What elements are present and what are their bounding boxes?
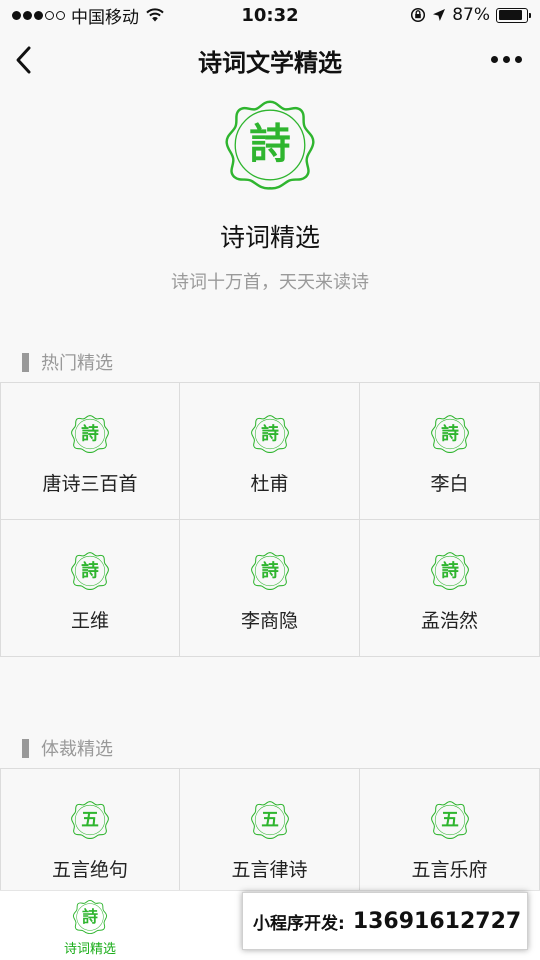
popular-grid: 詩唐诗三百首詩杜甫詩李白詩王维詩李商隐詩孟浩然 xyxy=(0,382,540,657)
battery-icon xyxy=(496,7,531,23)
poem-seal-icon: 詩 xyxy=(430,551,470,591)
grid-item[interactable]: 詩唐诗三百首 xyxy=(0,383,180,520)
status-time: 10:32 xyxy=(241,4,299,26)
carrier-name: 中国移动 xyxy=(71,7,139,28)
icon-char: 五 xyxy=(81,810,99,831)
icon-char: 詩 xyxy=(441,424,459,445)
hero-subtitle: 诗词十万首，天天来读诗 xyxy=(171,272,369,293)
grid-item[interactable]: 詩王维 xyxy=(0,520,180,657)
grid-item[interactable]: 詩李商隐 xyxy=(180,520,360,657)
tab-icon-char: 詩 xyxy=(82,907,98,926)
poem-seal-icon: 詩 xyxy=(70,551,110,591)
grid-item[interactable]: 詩李白 xyxy=(360,383,540,520)
poem-seal-icon: 五 xyxy=(70,800,110,840)
poem-seal-logo-icon: 詩 xyxy=(223,98,317,192)
grid-item[interactable]: 詩孟浩然 xyxy=(360,520,540,657)
grid-item-label: 王维 xyxy=(70,610,109,632)
poem-seal-icon: 詩 xyxy=(250,414,290,454)
developer-contact-banner: 小程序开发: 13691612727 xyxy=(242,892,528,950)
battery-fill xyxy=(498,10,522,20)
promo-label: 小程序开发: xyxy=(253,913,345,934)
more-dots-icon[interactable] xyxy=(491,56,522,63)
rotation-lock-icon xyxy=(411,7,426,23)
back-arrow-icon[interactable] xyxy=(12,44,36,76)
section-header-genre: 体裁精选 xyxy=(22,735,113,761)
grid-item-label: 五言绝句 xyxy=(51,859,128,881)
grid-item-label: 杜甫 xyxy=(250,473,289,495)
poem-seal-icon: 詩 xyxy=(430,414,470,454)
icon-char: 詩 xyxy=(81,424,99,445)
poem-seal-icon: 五 xyxy=(430,800,470,840)
grid-item-label: 李白 xyxy=(430,473,469,495)
poem-seal-tab-icon: 詩 xyxy=(72,899,108,935)
battery-percent: 87% xyxy=(452,5,490,25)
status-right: 87% xyxy=(338,5,531,25)
tab-label: 诗词精选 xyxy=(63,942,116,957)
wifi-icon xyxy=(146,8,164,22)
section-marker xyxy=(22,352,29,372)
navigation-bar: 诗词文学精选 xyxy=(0,30,540,90)
grid-item-label: 唐诗三百首 xyxy=(42,473,138,495)
icon-char: 五 xyxy=(441,810,459,831)
signal-strength-icon xyxy=(12,10,65,20)
grid-item[interactable]: 五五言绝句 xyxy=(0,769,180,906)
promo-phone: 13691612727 xyxy=(352,908,522,934)
section-marker xyxy=(22,738,29,758)
icon-char: 詩 xyxy=(81,561,99,582)
icon-char: 詩 xyxy=(261,561,279,582)
grid-item-label: 李商隐 xyxy=(240,610,298,632)
status-bar: 中国移动 10:32 87% xyxy=(0,0,540,30)
grid-item-label: 五言乐府 xyxy=(411,859,488,881)
genre-grid: 五五言绝句五五言律诗五五言乐府 xyxy=(0,768,540,906)
tab-poetry-selection[interactable]: 詩 诗词精选 xyxy=(58,899,122,957)
poem-seal-icon: 詩 xyxy=(70,414,110,454)
grid-item[interactable]: 五五言律诗 xyxy=(180,769,360,906)
section-header-popular: 热门精选 xyxy=(22,349,113,375)
hero-logo-char: 詩 xyxy=(249,119,290,168)
icon-char: 詩 xyxy=(441,561,459,582)
poem-seal-icon: 五 xyxy=(250,800,290,840)
icon-char: 五 xyxy=(261,810,279,831)
grid-item[interactable]: 五五言乐府 xyxy=(360,769,540,906)
status-left: 中国移动 xyxy=(12,3,202,28)
grid-item-label: 孟浩然 xyxy=(420,610,478,632)
grid-item[interactable]: 詩杜甫 xyxy=(180,383,360,520)
section-title-popular: 热门精选 xyxy=(41,353,113,374)
grid-item-label: 五言律诗 xyxy=(231,859,308,881)
hero-title: 诗词精选 xyxy=(219,223,320,252)
icon-char: 詩 xyxy=(261,424,279,445)
section-title-genre: 体裁精选 xyxy=(41,739,113,760)
location-arrow-icon xyxy=(433,9,446,21)
hero-header: 詩 诗词精选 诗词十万首，天天来读诗 xyxy=(0,98,540,294)
poem-seal-icon: 詩 xyxy=(250,551,290,591)
page-title: 诗词文学精选 xyxy=(198,48,342,77)
